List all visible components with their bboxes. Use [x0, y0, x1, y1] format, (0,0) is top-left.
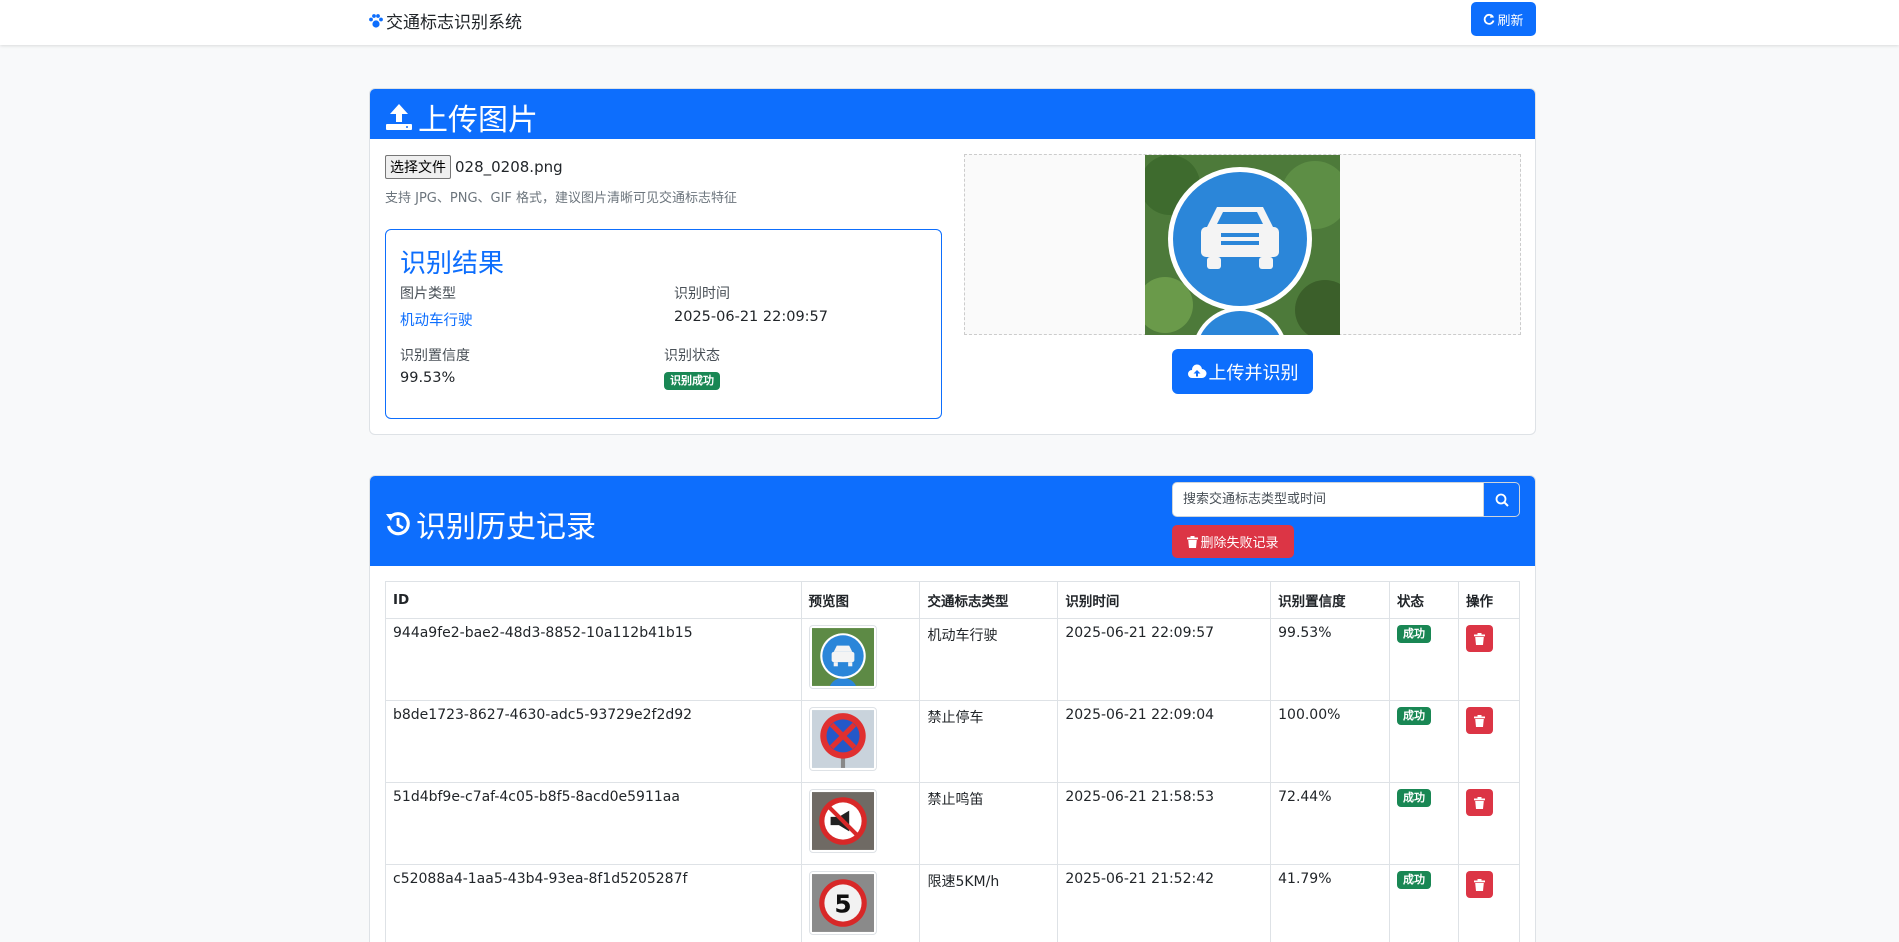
row-time: 2025-06-21 21:52:42 [1057, 864, 1272, 942]
row-time: 2025-06-21 21:58:53 [1057, 782, 1272, 865]
refresh-label: 刷新 [1497, 13, 1524, 29]
upload-recognize-label: 上传并识别 [1208, 362, 1299, 384]
search-input[interactable] [1172, 482, 1484, 517]
col-id[interactable]: ID [385, 581, 802, 619]
history-title-text: 识别历史记录 [416, 510, 596, 545]
trash-icon [1473, 878, 1485, 891]
row-delete-button[interactable] [1465, 789, 1493, 816]
paw-icon [368, 13, 384, 29]
row-confidence: 99.53% [1270, 618, 1391, 701]
result-confidence-label: 识别置信度 [400, 348, 470, 364]
result-title: 识别结果 [400, 249, 505, 279]
image-preview-area [964, 154, 1521, 403]
row-type: 禁止停车 [919, 700, 1059, 783]
table-header-row: ID 预览图 交通标志类型 识别时间 识别置信度 状态 操作 [385, 581, 1521, 619]
speed-limit-sign-icon: 5 [811, 874, 874, 932]
brand-title: 交通标志识别系统 [386, 13, 522, 33]
file-input-row: 选择文件 028_0208.png [385, 155, 563, 179]
row-id: b8de1723-8627-4630-adc5-93729e2f2d92 [385, 700, 802, 783]
col-status[interactable]: 状态 [1389, 581, 1459, 619]
trash-icon [1187, 535, 1199, 548]
refresh-icon [1483, 13, 1495, 25]
history-icon [384, 510, 412, 538]
row-type: 限速5KM/h [919, 864, 1059, 942]
navbar: 交通标志识别系统 刷新 [0, 0, 1899, 45]
trash-icon [1473, 632, 1485, 645]
row-delete-button[interactable] [1465, 625, 1493, 652]
row-confidence: 100.00% [1270, 700, 1391, 783]
row-time: 2025-06-21 22:09:57 [1057, 618, 1272, 701]
row-status-badge: 成功 [1397, 625, 1432, 643]
row-thumbnail[interactable]: 5 [808, 871, 877, 935]
result-time-label: 识别时间 [674, 286, 730, 302]
row-status-badge: 成功 [1397, 707, 1432, 725]
result-confidence-value: 99.53% [400, 370, 456, 386]
row-thumbnail[interactable] [808, 707, 877, 771]
row-id: c52088a4-1aa5-43b4-93ea-8f1d5205287f [385, 864, 802, 942]
table-row: c52088a4-1aa5-43b4-93ea-8f1d5205287f 5 限… [385, 864, 1521, 942]
col-preview[interactable]: 预览图 [800, 581, 921, 619]
result-status-badge: 识别成功 [664, 372, 720, 390]
upload-icon [384, 102, 414, 132]
upload-card-header: 上传图片 [370, 89, 1535, 139]
upload-title: 上传图片 [384, 95, 538, 139]
search-icon [1495, 493, 1509, 507]
speed-limit-digit: 5 [834, 889, 851, 918]
col-type[interactable]: 交通标志类型 [919, 581, 1059, 619]
col-confidence[interactable]: 识别置信度 [1270, 581, 1391, 619]
row-status-badge: 成功 [1397, 871, 1432, 889]
history-card: 识别历史记录 删除失败记录 ID 预览图 交通标志类型 [369, 475, 1536, 942]
no-horn-sign-icon [811, 792, 874, 850]
row-id: 944a9fe2-bae2-48d3-8852-10a112b41b15 [385, 618, 802, 701]
row-confidence: 41.79% [1270, 864, 1391, 942]
trash-icon [1473, 796, 1485, 809]
no-parking-sign-icon [811, 710, 874, 768]
row-status-badge: 成功 [1397, 789, 1432, 807]
table-row: 51d4bf9e-c7af-4c05-b8f5-8acd0e5911aa 禁止鸣… [385, 782, 1521, 865]
row-delete-button[interactable] [1465, 707, 1493, 734]
result-type-value: 机动车行驶 [400, 313, 473, 329]
table-row: 944a9fe2-bae2-48d3-8852-10a112b41b15 机动车… [385, 618, 1521, 701]
result-status-label: 识别状态 [664, 348, 720, 364]
delete-failed-button[interactable]: 删除失败记录 [1172, 525, 1294, 558]
preview-image [1137, 155, 1355, 403]
result-type-label: 图片类型 [400, 286, 456, 302]
delete-failed-label: 删除失败记录 [1200, 536, 1279, 551]
history-title: 识别历史记录 [384, 502, 596, 546]
row-time: 2025-06-21 22:09:04 [1057, 700, 1272, 783]
result-time-value: 2025-06-21 22:09:57 [674, 309, 828, 325]
search-button[interactable] [1484, 482, 1520, 517]
trash-icon [1473, 714, 1485, 727]
history-table: ID 预览图 交通标志类型 识别时间 识别置信度 状态 操作 944a9fe2-… [385, 581, 1521, 942]
row-thumbnail[interactable] [808, 625, 877, 689]
row-delete-button[interactable] [1465, 871, 1493, 898]
col-time[interactable]: 识别时间 [1057, 581, 1272, 619]
upload-card: 上传图片 选择文件 028_0208.png 支持 JPG、PNG、GIF 格式… [369, 88, 1536, 435]
upload-hint: 支持 JPG、PNG、GIF 格式，建议图片清晰可见交通标志特征 [385, 191, 738, 206]
file-name: 028_0208.png [455, 158, 563, 176]
choose-file-button[interactable]: 选择文件 [385, 155, 451, 179]
cloud-upload-icon [1187, 363, 1207, 380]
col-actions[interactable]: 操作 [1457, 581, 1521, 619]
result-panel: 识别结果 图片类型 机动车行驶 识别时间 2025-06-21 22:09:57… [385, 229, 942, 419]
row-thumbnail[interactable] [808, 789, 877, 853]
row-confidence: 72.44% [1270, 782, 1391, 865]
brand[interactable]: 交通标志识别系统 [368, 8, 522, 33]
row-id: 51d4bf9e-c7af-4c05-b8f5-8acd0e5911aa [385, 782, 802, 865]
refresh-button[interactable]: 刷新 [1471, 2, 1536, 36]
row-type: 禁止鸣笛 [919, 782, 1059, 865]
table-row: b8de1723-8627-4630-adc5-93729e2f2d92 禁止停… [385, 700, 1521, 783]
search-group [1172, 482, 1520, 517]
blue-car-sign-icon [811, 628, 874, 686]
history-card-header: 识别历史记录 删除失败记录 [370, 476, 1535, 566]
upload-title-text: 上传图片 [418, 103, 538, 138]
upload-recognize-button[interactable]: 上传并识别 [1172, 349, 1313, 394]
row-type: 机动车行驶 [919, 618, 1059, 701]
